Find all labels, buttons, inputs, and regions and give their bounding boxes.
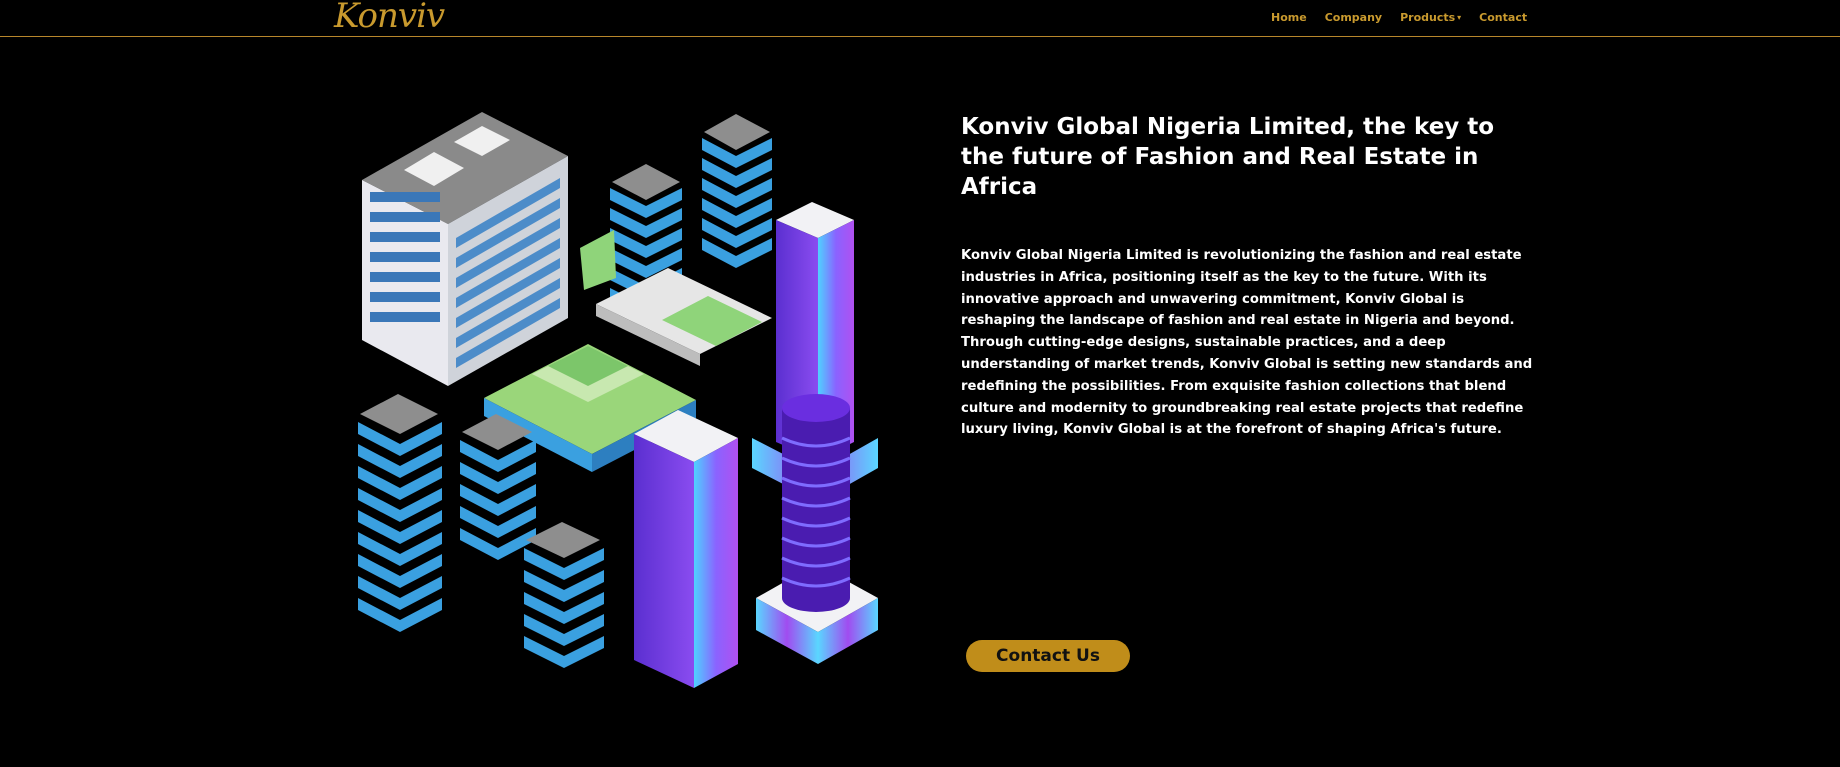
nav-item-home[interactable]: Home (1271, 11, 1307, 24)
navbar: Konviv Home Company Products ▾ Contact (0, 0, 1840, 37)
nav-item-products-label: Products (1400, 11, 1456, 24)
nav-links: Home Company Products ▾ Contact (1271, 11, 1545, 24)
stacked-tower-bottom-middle (460, 414, 536, 560)
stacked-tower-bottom-left (358, 394, 442, 632)
stacked-tower-bottom-front (524, 522, 604, 668)
city-illustration (358, 112, 878, 688)
hero-description: Konviv Global Nigeria Limited is revolut… (961, 248, 1533, 438)
office-tower (362, 112, 568, 386)
nav-item-contact[interactable]: Contact (1479, 11, 1527, 24)
chevron-down-icon: ▾ (1457, 13, 1462, 22)
contact-us-button[interactable]: Contact Us (966, 640, 1130, 672)
hero-title: Konviv Global Nigeria Limited, the key t… (961, 114, 1495, 200)
nav-item-products[interactable]: Products ▾ (1400, 11, 1461, 24)
brand-logo[interactable]: Konviv (334, 0, 445, 36)
nav-item-company[interactable]: Company (1325, 11, 1382, 24)
glass-tower-bottom (634, 410, 738, 688)
cylinder-tower (756, 394, 878, 664)
stacked-tower-top-right (702, 114, 772, 268)
